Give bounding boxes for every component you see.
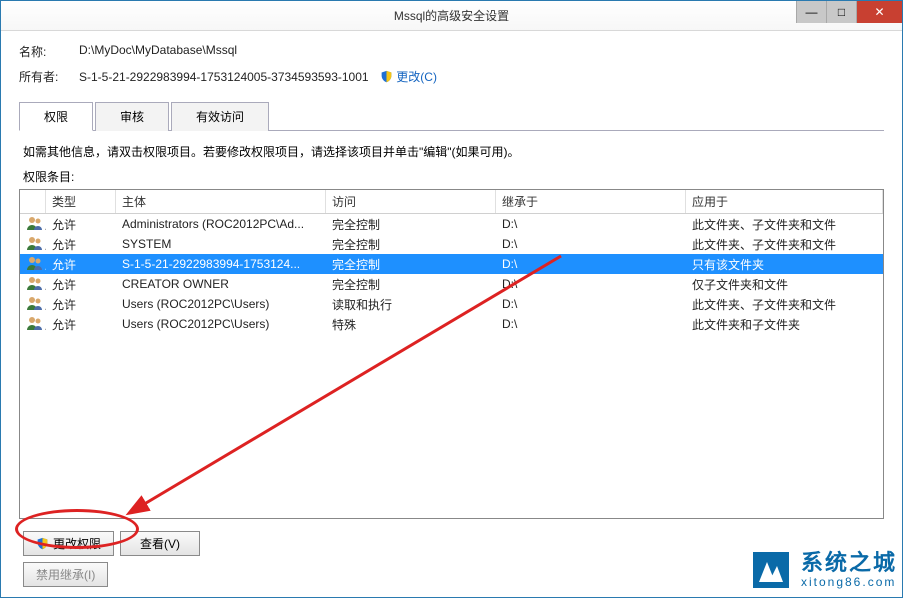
- change-owner-link[interactable]: 更改(C): [380, 70, 437, 84]
- permissions-list: 类型 主体 访问 继承于 应用于 允许Administrators (ROC20…: [19, 189, 884, 519]
- tab-effective[interactable]: 有效访问: [171, 102, 269, 131]
- cell-principal: CREATOR OWNER: [116, 277, 326, 291]
- cell-principal: S-1-5-21-2922983994-1753124...: [116, 257, 326, 271]
- list-label: 权限条目:: [19, 168, 884, 189]
- change-permissions-button[interactable]: 更改权限: [23, 531, 114, 556]
- people-icon: [20, 256, 46, 273]
- list-header: 类型 主体 访问 继承于 应用于: [20, 190, 883, 214]
- minimize-button[interactable]: —: [796, 1, 826, 23]
- name-value: D:\MyDoc\MyDatabase\Mssql: [79, 43, 884, 60]
- col-type[interactable]: 类型: [46, 190, 116, 213]
- col-icon[interactable]: [20, 190, 46, 213]
- titlebar: Mssql的高级安全设置 — □ ✕: [1, 1, 902, 31]
- table-row[interactable]: 允许Users (ROC2012PC\Users)特殊D:\此文件夹和子文件夹: [20, 314, 883, 334]
- shield-icon: [36, 537, 49, 550]
- cell-access: 完全控制: [326, 256, 496, 273]
- cell-principal: Users (ROC2012PC\Users): [116, 317, 326, 331]
- owner-value: S-1-5-21-2922983994-1753124005-373459359…: [79, 68, 884, 85]
- watermark: 系统之城 xitong86.com: [749, 548, 897, 592]
- window-body: 名称: D:\MyDoc\MyDatabase\Mssql 所有者: S-1-5…: [1, 31, 902, 597]
- cell-principal: Users (ROC2012PC\Users): [116, 297, 326, 311]
- cell-apply: 仅子文件夹和文件: [686, 276, 883, 293]
- cell-inherit: D:\: [496, 277, 686, 291]
- cell-apply: 此文件夹、子文件夹和文件: [686, 216, 883, 233]
- hint-text: 如需其他信息，请双击权限项目。若要修改权限项目，请选择该项目并单击"编辑"(如果…: [19, 131, 884, 168]
- cell-type: 允许: [46, 316, 116, 333]
- cell-access: 特殊: [326, 316, 496, 333]
- cell-access: 完全控制: [326, 276, 496, 293]
- cell-type: 允许: [46, 216, 116, 233]
- change-perm-label: 更改权限: [53, 535, 101, 552]
- owner-sid: S-1-5-21-2922983994-1753124005-373459359…: [79, 70, 369, 84]
- cell-apply: 此文件夹和子文件夹: [686, 316, 883, 333]
- cell-inherit: D:\: [496, 237, 686, 251]
- name-label: 名称:: [19, 43, 79, 60]
- change-owner-text: 更改(C): [396, 70, 437, 84]
- close-button[interactable]: ✕: [856, 1, 902, 23]
- window-title: Mssql的高级安全设置: [1, 7, 902, 24]
- table-row[interactable]: 允许CREATOR OWNER完全控制D:\仅子文件夹和文件: [20, 274, 883, 294]
- cell-type: 允许: [46, 296, 116, 313]
- cell-inherit: D:\: [496, 317, 686, 331]
- window-controls: — □ ✕: [796, 1, 902, 23]
- cell-principal: Administrators (ROC2012PC\Ad...: [116, 217, 326, 231]
- cell-access: 读取和执行: [326, 296, 496, 313]
- people-icon: [20, 296, 46, 313]
- cell-type: 允许: [46, 236, 116, 253]
- owner-label: 所有者:: [19, 68, 79, 85]
- advanced-security-window: Mssql的高级安全设置 — □ ✕ 名称: D:\MyDoc\MyDataba…: [0, 0, 903, 598]
- watermark-line2: xitong86.com: [801, 576, 897, 590]
- cell-inherit: D:\: [496, 217, 686, 231]
- cell-inherit: D:\: [496, 257, 686, 271]
- shield-icon: [380, 70, 393, 83]
- table-row[interactable]: 允许Users (ROC2012PC\Users)读取和执行D:\此文件夹、子文…: [20, 294, 883, 314]
- people-icon: [20, 236, 46, 253]
- list-body[interactable]: 允许Administrators (ROC2012PC\Ad...完全控制D:\…: [20, 214, 883, 518]
- cell-type: 允许: [46, 276, 116, 293]
- cell-apply: 此文件夹、子文件夹和文件: [686, 296, 883, 313]
- tab-permissions[interactable]: 权限: [19, 102, 93, 131]
- col-principal[interactable]: 主体: [116, 190, 326, 213]
- watermark-text: 系统之城 xitong86.com: [801, 550, 897, 589]
- view-button[interactable]: 查看(V): [120, 531, 200, 556]
- tab-auditing[interactable]: 审核: [95, 102, 169, 131]
- cell-apply: 只有该文件夹: [686, 256, 883, 273]
- cell-apply: 此文件夹、子文件夹和文件: [686, 236, 883, 253]
- name-row: 名称: D:\MyDoc\MyDatabase\Mssql: [19, 43, 884, 60]
- table-row[interactable]: 允许Administrators (ROC2012PC\Ad...完全控制D:\…: [20, 214, 883, 234]
- table-row[interactable]: 允许S-1-5-21-2922983994-1753124...完全控制D:\只…: [20, 254, 883, 274]
- maximize-button[interactable]: □: [826, 1, 856, 23]
- watermark-line1: 系统之城: [801, 550, 897, 575]
- cell-principal: SYSTEM: [116, 237, 326, 251]
- table-row[interactable]: 允许SYSTEM完全控制D:\此文件夹、子文件夹和文件: [20, 234, 883, 254]
- people-icon: [20, 216, 46, 233]
- people-icon: [20, 316, 46, 333]
- cell-inherit: D:\: [496, 297, 686, 311]
- people-icon: [20, 276, 46, 293]
- watermark-icon: [749, 548, 793, 592]
- cell-access: 完全控制: [326, 236, 496, 253]
- cell-access: 完全控制: [326, 216, 496, 233]
- cell-type: 允许: [46, 256, 116, 273]
- col-apply[interactable]: 应用于: [686, 190, 883, 213]
- owner-row: 所有者: S-1-5-21-2922983994-1753124005-3734…: [19, 68, 884, 85]
- col-inherit[interactable]: 继承于: [496, 190, 686, 213]
- disable-inheritance-button[interactable]: 禁用继承(I): [23, 562, 108, 587]
- col-access[interactable]: 访问: [326, 190, 496, 213]
- tab-strip: 权限 审核 有效访问: [19, 101, 884, 131]
